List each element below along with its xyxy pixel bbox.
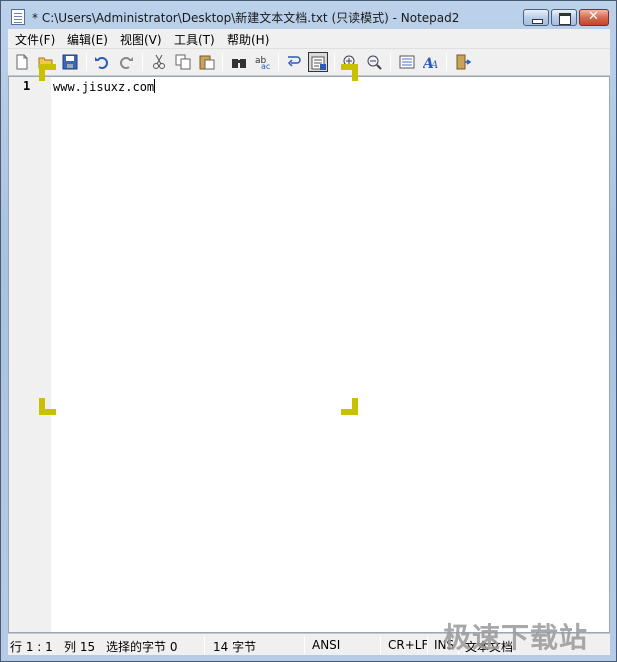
notepad2-window: * C:\Users\Administrator\Desktop\新建文本文档.… (0, 0, 617, 662)
replace-icon[interactable]: ab ac (253, 52, 273, 72)
exit-icon[interactable] (453, 52, 473, 72)
menu-bar: 文件(F) 编辑(E) 视图(V) 工具(T) 帮助(H) (8, 29, 610, 49)
paste-icon[interactable] (197, 52, 217, 72)
toolbar: ab ac AA (8, 49, 610, 76)
status-size: 14 字节 (213, 640, 257, 654)
site-watermark: 极速下载站 (443, 621, 589, 654)
maximize-button[interactable] (551, 9, 577, 26)
status-selection: 选择的字节 0 (106, 640, 178, 654)
save-icon[interactable] (60, 52, 80, 72)
scheme-icon[interactable] (397, 52, 417, 72)
zoom-out-icon[interactable] (364, 52, 384, 72)
cut-icon[interactable] (149, 52, 169, 72)
status-separator (427, 636, 428, 654)
minimize-button[interactable] (523, 9, 549, 26)
toolbar-separator (278, 53, 279, 71)
toolbar-separator (446, 53, 447, 71)
menu-file[interactable]: 文件(F) (15, 31, 55, 48)
toolbar-separator (390, 53, 391, 71)
find-icon[interactable] (229, 52, 249, 72)
text-caret (154, 79, 156, 93)
line-number-gutter: 1 (9, 77, 51, 632)
menu-view[interactable]: 视图(V) (120, 31, 162, 48)
font-icon[interactable]: AA (421, 52, 441, 72)
copy-icon[interactable] (173, 52, 193, 72)
close-button[interactable] (579, 9, 609, 26)
menu-tools[interactable]: 工具(T) (174, 31, 215, 48)
window-title: * C:\Users\Administrator\Desktop\新建文本文档.… (32, 11, 460, 25)
text-editor[interactable]: 1 www.jisuxz.com (8, 76, 610, 633)
svg-text:A: A (430, 60, 438, 70)
read-only-icon[interactable] (308, 52, 328, 72)
crop-marker-top-right (341, 64, 358, 81)
crop-marker-top-left (39, 64, 56, 81)
menu-help[interactable]: 帮助(H) (227, 31, 269, 48)
toolbar-separator (86, 53, 87, 71)
status-position: 行 1 : 1 (10, 640, 53, 654)
line-number: 1 (23, 79, 31, 93)
crop-marker-bottom-left (39, 398, 56, 415)
title-bar[interactable]: * C:\Users\Administrator\Desktop\新建文本文档.… (1, 1, 616, 31)
status-column: 列 15 (64, 640, 96, 654)
toolbar-separator (334, 53, 335, 71)
crop-marker-bottom-right (341, 398, 358, 415)
status-separator (204, 636, 205, 654)
status-separator (304, 636, 305, 654)
notepad-app-icon[interactable] (11, 9, 25, 25)
status-separator (380, 636, 381, 654)
undo-icon[interactable] (92, 52, 112, 72)
toolbar-separator (222, 53, 223, 71)
editor-line[interactable]: www.jisuxz.com (53, 79, 156, 94)
menu-edit[interactable]: 编辑(E) (67, 31, 108, 48)
word-wrap-icon[interactable] (284, 52, 304, 72)
status-encoding: ANSI (312, 638, 341, 652)
toolbar-separator (142, 53, 143, 71)
line-text: www.jisuxz.com (53, 80, 155, 94)
svg-text:ac: ac (261, 62, 270, 70)
redo-icon[interactable] (116, 52, 136, 72)
status-eol: CR+LF (388, 638, 429, 652)
new-file-icon[interactable] (12, 52, 32, 72)
